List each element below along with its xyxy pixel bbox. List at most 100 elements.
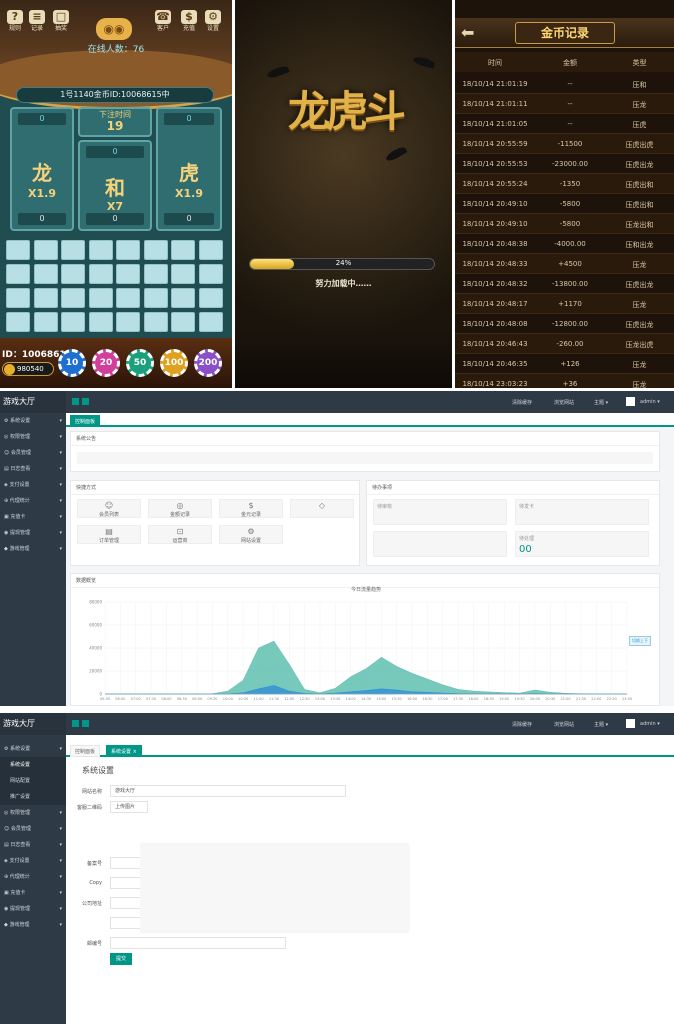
x-tick-label: 12:30 (300, 697, 310, 701)
fullscreen-icon[interactable] (82, 720, 89, 727)
row-amount: -11500 (557, 140, 583, 148)
submit-button[interactable]: 提交 (110, 953, 132, 965)
grid-cell (171, 312, 195, 332)
sidebar-item-label: 游戏管理 (9, 546, 30, 552)
sidebar-item-1[interactable]: ◎ 权限管理 ▾ (0, 429, 66, 445)
sidebar-item-4[interactable]: ◈ 支付设置 ▾ (0, 477, 66, 493)
sidebar-item-4[interactable]: ⊕ 代理统计 ▾ (0, 869, 66, 885)
sidebar-subitem-2[interactable]: 推广设置 (0, 789, 66, 805)
quick-icon: ⚙ (247, 527, 255, 536)
quick-5[interactable]: ⊡ 运营商 (148, 525, 212, 544)
fullscreen-icon[interactable] (82, 398, 89, 405)
field-label: 备案号 (86, 861, 102, 867)
quick-0[interactable]: ☺ 会员列表 (77, 499, 141, 518)
sidebar-item-label: 日志查看 (10, 842, 31, 848)
city-silhouette (235, 330, 452, 388)
grid-cell (116, 312, 140, 332)
theme-menu[interactable]: 主题 ▾ (594, 721, 608, 728)
toolbar-icon: $ (181, 10, 197, 24)
sidebar-item-7[interactable]: ◆ 游戏管理 ▾ (0, 917, 66, 933)
sidebar-item-0[interactable]: ⚙ 系统设置 ▾ (0, 413, 66, 429)
x-tick-label: 14:30 (361, 697, 371, 701)
chart-toggle-badge[interactable]: 切换上下 (629, 636, 651, 646)
toolbar-item-3[interactable]: ☎ 客户 (152, 10, 174, 33)
quick-6[interactable]: ⚙ 网站设置 (219, 525, 283, 544)
sidebar-item-label: 日志查看 (10, 466, 31, 472)
sidebar-item-3[interactable]: ▤ 日志查看 ▾ (0, 461, 66, 477)
bet-tie[interactable]: 0 和 X7 0 (78, 140, 152, 231)
row-time: 18/10/14 20:48:17 (462, 300, 528, 308)
toolbar-item-1[interactable]: ≡ 记录 (26, 10, 48, 33)
field-input[interactable] (110, 937, 286, 949)
countdown-box: 下注时间 19 (78, 107, 152, 137)
field-label: 客服二维码 (76, 805, 102, 811)
field-input[interactable]: 游戏大厅 (110, 785, 346, 797)
tab-settings[interactable]: 系统设置 × (106, 745, 142, 757)
balance: 980540 (2, 362, 54, 376)
grid-cell (88, 288, 113, 308)
toolbar-item-5[interactable]: ⚙ 设置 (202, 10, 224, 33)
chip-10[interactable]: 10 (58, 349, 86, 377)
chip-200[interactable]: 200 (194, 349, 222, 377)
chip-100[interactable]: 100 (160, 349, 188, 377)
coin-records-screen: ⬅ 金币记录 时间 金额 类型 18/10/14 21:01:19 -- 压和 18/… (455, 0, 674, 388)
chart-title: 今日流量趋势 (350, 587, 381, 593)
browse-site-link[interactable]: 浏览网站 (554, 721, 574, 728)
sidebar-subitem-1[interactable]: 网站配置 (0, 773, 66, 789)
sidebar-subitem-0[interactable]: 系统设置 (0, 757, 66, 773)
chip-20[interactable]: 20 (92, 349, 120, 377)
x-tick-label: 14:00 (346, 697, 356, 701)
tab-dashboard[interactable]: 控制面板 (70, 745, 101, 757)
todo-stat-1[interactable]: 待发卡 (515, 499, 649, 525)
grid-cell (33, 240, 58, 260)
back-arrow-icon[interactable]: ⬅ (461, 22, 474, 44)
todo-card: 待办事项 待审核 待发卡 待处理 00 (366, 480, 660, 566)
row-amount: -4000.00 (554, 240, 586, 248)
sidebar-item-6[interactable]: ▣ 充值卡 ▾ (0, 509, 66, 525)
menu-toggle-icon[interactable] (72, 720, 79, 727)
row-time: 18/10/14 20:48:38 (462, 240, 528, 248)
tab-dashboard[interactable]: 控制面板 (70, 415, 101, 427)
toolbar-item-0[interactable]: ? 规则 (4, 10, 26, 33)
quick-3[interactable]: ◇ (290, 499, 354, 518)
quick-2[interactable]: $ 金元记录 (219, 499, 283, 518)
chip-50[interactable]: 50 (126, 349, 154, 377)
sidebar-item-7[interactable]: ◉ 提现管理 ▾ (0, 525, 66, 541)
toolbar-label: 记录 (30, 25, 43, 32)
bet-tiger-name: 虎 (179, 161, 199, 185)
quick-4[interactable]: ▤ 订单管理 (77, 525, 141, 544)
sidebar-item-2[interactable]: ☺ 会员管理 ▾ (0, 445, 66, 461)
toolbar-item-2[interactable]: □ 抽奖 (50, 10, 72, 33)
todo-stat-2[interactable] (373, 531, 507, 557)
menu-toggle-icon[interactable] (72, 398, 79, 405)
admin-topbar: 清除缓存 浏览网站 主题 ▾ admin ▾ (66, 391, 674, 413)
user-menu[interactable]: admin ▾ (640, 721, 660, 727)
sidebar-item-0[interactable]: ◎ 权限管理 ▾ (0, 805, 66, 821)
sidebar-item-system[interactable]: ⚙ 系统设置 ▾ (0, 741, 66, 757)
records-title: 金币记录 (515, 22, 615, 44)
theme-menu[interactable]: 主题 ▾ (594, 399, 608, 406)
bet-tiger[interactable]: 0 虎 X1.9 0 (156, 107, 222, 231)
clear-cache-link[interactable]: 清除缓存 (512, 721, 532, 728)
toolbar-item-4[interactable]: $ 充值 (178, 10, 200, 33)
todo-stat-3[interactable]: 待处理 00 (515, 531, 649, 557)
sidebar-item-6[interactable]: ◉ 提现管理 ▾ (0, 901, 66, 917)
x-tick-label: 10:30 (238, 697, 248, 701)
players-icon: ◉◉ (96, 18, 132, 40)
field-input[interactable]: 上传图片 (110, 801, 148, 813)
chevron-down-icon: ▾ (59, 434, 62, 440)
sidebar-item-8[interactable]: ◆ 游戏管理 ▾ (0, 541, 66, 557)
todo-stat-0[interactable]: 待审核 (373, 499, 507, 525)
user-menu[interactable]: admin ▾ (640, 399, 660, 405)
browse-site-link[interactable]: 浏览网站 (554, 399, 574, 406)
game-table-screen: ? 规则 ≡ 记录 □ 抽奖 ☎ 客户 $ 充值 ⚙ 设置 ◉◉ 在线人数：76 1号1140金币ID… (0, 0, 232, 388)
sidebar-item-1[interactable]: ☺ 会员管理 ▾ (0, 821, 66, 837)
sidebar-item-2[interactable]: ▤ 日志查看 ▾ (0, 837, 66, 853)
sidebar-item-label: 游戏管理 (9, 922, 30, 928)
sidebar-item-3[interactable]: ◈ 支付设置 ▾ (0, 853, 66, 869)
clear-cache-link[interactable]: 清除缓存 (512, 399, 532, 406)
quick-1[interactable]: ◎ 金额记录 (148, 499, 212, 518)
sidebar-item-5[interactable]: ▣ 充值卡 ▾ (0, 885, 66, 901)
bet-dragon[interactable]: 0 龙 X1.9 0 (10, 107, 74, 231)
sidebar-item-5[interactable]: ⊕ 代理统计 ▾ (0, 493, 66, 509)
